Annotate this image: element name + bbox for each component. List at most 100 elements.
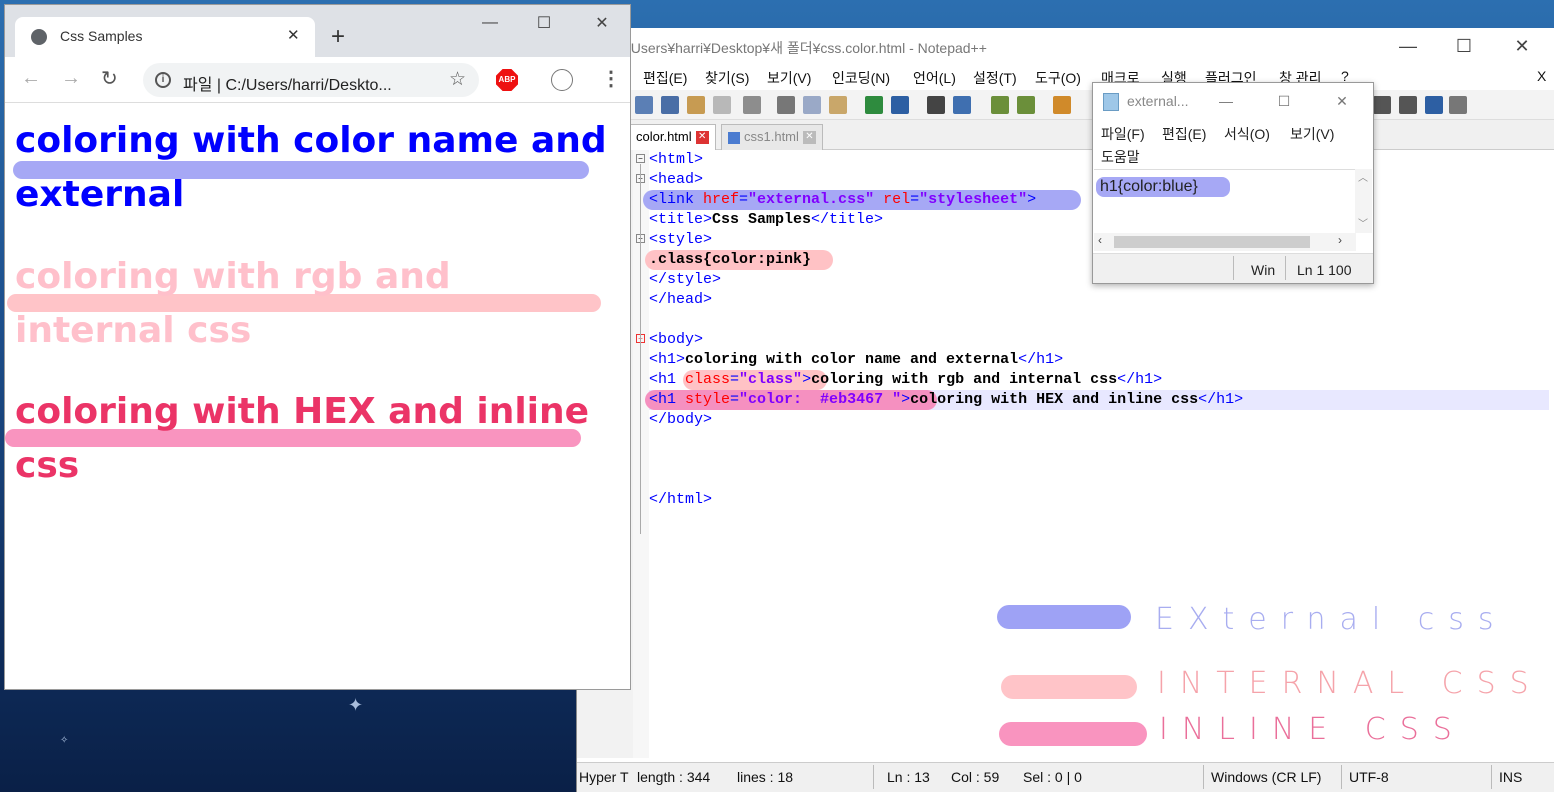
- print-icon[interactable]: [743, 96, 761, 114]
- notepad-vertical-scrollbar[interactable]: ︿ ﹀: [1355, 169, 1372, 233]
- macro-run-icon[interactable]: [1425, 96, 1443, 114]
- notepad-menu-format[interactable]: 서식(O): [1224, 124, 1270, 144]
- chrome-tab-title: Css Samples: [60, 28, 143, 44]
- code-line: <head>: [649, 171, 704, 188]
- reload-icon[interactable]: ↻: [101, 66, 118, 91]
- status-sel: Sel : 0 | 0: [1023, 769, 1082, 785]
- fold-margin: − − − −: [633, 150, 649, 758]
- chrome-tab-css-samples[interactable]: Css Samples ✕: [15, 17, 315, 57]
- npp-close-button[interactable]: ✕: [1499, 30, 1545, 62]
- status-eol[interactable]: Windows (CR LF): [1211, 769, 1321, 785]
- scroll-up-icon[interactable]: ︿: [1358, 169, 1368, 184]
- tab-css1-html[interactable]: css1.html ✕: [721, 124, 823, 150]
- status-col: Col : 59: [951, 769, 1000, 785]
- save-all-icon[interactable]: [713, 96, 731, 114]
- code-line: <link href="external.css" rel="styleshee…: [649, 191, 1037, 208]
- notepad-maximize-button[interactable]: ☐: [1261, 85, 1307, 117]
- status-encoding[interactable]: UTF-8: [1349, 769, 1389, 785]
- notepad-horizontal-scrollbar[interactable]: ‹ ›: [1094, 233, 1356, 251]
- code-line: </head>: [649, 291, 713, 308]
- copy-icon[interactable]: [803, 96, 821, 114]
- chrome-maximize-button[interactable]: ☐: [521, 7, 567, 39]
- tab-color-html[interactable]: color.html ✕: [629, 124, 716, 150]
- chrome-close-button[interactable]: ✕: [579, 7, 625, 39]
- scroll-down-icon[interactable]: ﹀: [1358, 215, 1368, 230]
- status-separator: [1233, 256, 1234, 280]
- code-line: </html>: [649, 491, 713, 508]
- notepad-menu-view[interactable]: 보기(V): [1290, 124, 1334, 144]
- scroll-left-icon[interactable]: ‹: [1098, 233, 1102, 247]
- notepad-minimize-button[interactable]: —: [1203, 85, 1249, 117]
- bookmark-star-icon[interactable]: ☆: [449, 68, 466, 91]
- zoom-in-icon[interactable]: [991, 96, 1009, 114]
- adblock-extension-icon[interactable]: ABP: [496, 69, 518, 91]
- tab-close-icon[interactable]: ✕: [695, 131, 709, 145]
- npp-menu-tools[interactable]: 도구(O): [1035, 68, 1081, 88]
- find-icon[interactable]: [927, 96, 945, 114]
- notepad-text-area[interactable]: h1{color:blue}: [1094, 169, 1356, 233]
- npp-menu-search[interactable]: 찾기(S): [705, 68, 749, 88]
- notepad-menu-file[interactable]: 파일(F): [1101, 124, 1145, 144]
- globe-icon: [31, 29, 47, 45]
- zoom-out-icon[interactable]: [1017, 96, 1035, 114]
- redo-icon[interactable]: [891, 96, 909, 114]
- npp-maximize-button[interactable]: ☐: [1441, 30, 1487, 62]
- save-icon[interactable]: [687, 96, 705, 114]
- cut-icon[interactable]: [777, 96, 795, 114]
- back-arrow-icon[interactable]: ←: [21, 67, 41, 90]
- npp-minimize-button[interactable]: —: [1385, 30, 1431, 62]
- legend-bar-external: [997, 605, 1131, 629]
- code-line: <style>: [649, 231, 713, 248]
- status-separator: [1491, 765, 1492, 789]
- sync-scroll-icon[interactable]: [1053, 96, 1071, 114]
- tab-label: css1.html: [744, 129, 799, 144]
- code-line: <h1>coloring with color name and externa…: [649, 351, 1064, 368]
- status-lines: lines : 18: [737, 769, 794, 785]
- profile-avatar-icon[interactable]: [551, 69, 573, 91]
- chrome-minimize-button[interactable]: —: [467, 7, 513, 39]
- new-file-icon[interactable]: [635, 96, 653, 114]
- macro-save-icon[interactable]: [1449, 96, 1467, 114]
- notepad-title: external...: [1127, 93, 1189, 109]
- macro-play-icon[interactable]: [1399, 96, 1417, 114]
- notepad-menu-edit[interactable]: 편집(E): [1162, 124, 1206, 144]
- undo-icon[interactable]: [865, 96, 883, 114]
- chrome-toolbar: ← → ↻ i 파일 | C:/Users/harri/Deskto... ☆ …: [5, 57, 630, 103]
- npp-menu-settings[interactable]: 설정(T): [973, 68, 1017, 88]
- status-separator: [873, 765, 874, 789]
- npp-menu-language[interactable]: 언어(L): [913, 68, 956, 88]
- scroll-thumb[interactable]: [1114, 236, 1310, 248]
- npp-toolbar: [577, 90, 1554, 120]
- info-icon[interactable]: i: [155, 72, 171, 88]
- npp-menu-encoding[interactable]: 인코딩(N): [832, 68, 890, 88]
- new-tab-icon[interactable]: +: [331, 23, 345, 51]
- forward-arrow-icon[interactable]: →: [61, 67, 81, 90]
- npp-menubar: 편집(E) 찾기(S) 보기(V) 인코딩(N) 언어(L) 설정(T) 도구(…: [577, 64, 1554, 90]
- npp-menu-view[interactable]: 보기(V): [767, 68, 811, 88]
- heading-inline: coloring with HEX and inline css: [15, 391, 590, 486]
- status-ins: INS: [1499, 769, 1523, 785]
- npp-menu-edit[interactable]: 편집(E): [643, 68, 687, 88]
- legend-label-external: EXternal css: [1155, 602, 1508, 637]
- notepad-external-window: external... — ☐ ✕ 파일(F) 편집(E) 서식(O) 보기(V…: [1092, 82, 1374, 284]
- npp-title: ¥Users¥harri¥Desktop¥새 폴더¥css.color.html…: [623, 40, 987, 56]
- notepad-close-button[interactable]: ✕: [1319, 85, 1365, 117]
- floppy-icon: [728, 131, 740, 144]
- address-bar[interactable]: i 파일 | C:/Users/harri/Deskto... ☆: [143, 63, 479, 97]
- npp-statusbar: Hyper T length : 344 lines : 18 Ln : 13 …: [577, 762, 1554, 792]
- npp-menu-close[interactable]: X: [1537, 68, 1546, 84]
- macro-record-icon[interactable]: [1373, 96, 1391, 114]
- notepad-status-eol: Win: [1251, 262, 1276, 278]
- replace-icon[interactable]: [953, 96, 971, 114]
- fold-toggle-icon[interactable]: −: [636, 154, 645, 163]
- tab-label: color.html: [636, 129, 692, 144]
- npp-titlebar[interactable]: ¥Users¥harri¥Desktop¥새 폴더¥css.color.html…: [577, 28, 1554, 64]
- legend-label-inline: INLINE CSS: [1159, 712, 1466, 747]
- scroll-right-icon[interactable]: ›: [1338, 233, 1342, 247]
- close-tab-icon[interactable]: ✕: [287, 26, 300, 44]
- paste-icon[interactable]: [829, 96, 847, 114]
- notepad-menu-help[interactable]: 도움말: [1101, 147, 1140, 167]
- open-file-icon[interactable]: [661, 96, 679, 114]
- tab-close-icon[interactable]: ✕: [802, 131, 816, 145]
- menu-kebab-icon[interactable]: ⋮: [601, 66, 621, 91]
